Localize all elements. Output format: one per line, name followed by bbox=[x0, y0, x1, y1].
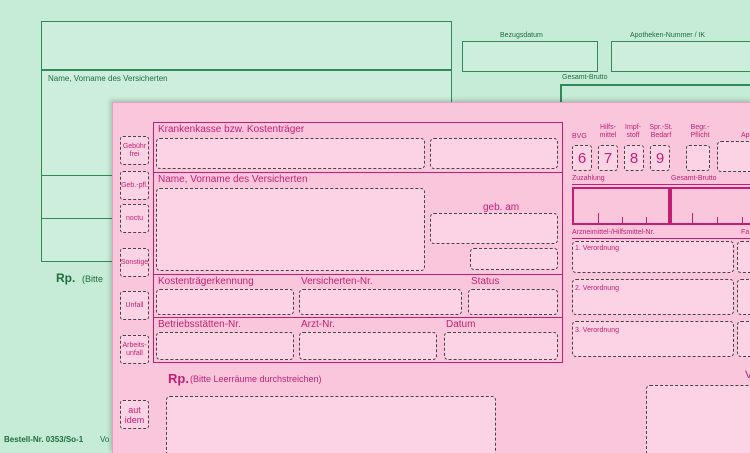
aut-idem-box[interactable]: aut idem bbox=[120, 400, 149, 429]
pink-gesamt-brutto-field[interactable] bbox=[670, 187, 750, 225]
green-gesamt-brutto-label: Gesamt-Brutto bbox=[562, 74, 608, 81]
bestell-nr: Bestell-Nr. 0353/So-1 bbox=[4, 435, 84, 444]
pink-rp-hint: (Bitte Leerräume durchstreichen) bbox=[190, 374, 322, 384]
pink-prescription-form: Gebühr frei Geb.-pfl. noctu Sonstige Unf… bbox=[112, 102, 750, 453]
betriebsstaetten-field[interactable] bbox=[156, 332, 294, 360]
versicherten-label: Versicherten-Nr. bbox=[301, 276, 373, 287]
pink-name-field[interactable] bbox=[156, 188, 425, 271]
verordnung-3-label: 3. Verordnung bbox=[575, 327, 619, 334]
patient-divider bbox=[153, 317, 563, 318]
fa-label: Fa bbox=[741, 229, 750, 236]
datum-field[interactable] bbox=[444, 332, 558, 360]
kostentraeger-label: Kostenträgerkennung bbox=[158, 276, 254, 287]
patient-divider bbox=[153, 274, 563, 275]
zuzahlung-divider bbox=[572, 184, 750, 185]
green-gesamt-brutto-field bbox=[560, 84, 750, 104]
pink-rp-label: Rp. bbox=[168, 371, 189, 386]
arzneimittel-label: Arzneimittel-/Hilfsmittel-Nr. bbox=[572, 229, 655, 236]
field-tick bbox=[598, 213, 599, 223]
rp-field[interactable] bbox=[166, 396, 496, 453]
unfall-box[interactable]: Unfall bbox=[120, 291, 149, 320]
field-tick bbox=[717, 217, 718, 223]
hilfsmittel-label: Hilfs- mittel bbox=[599, 124, 617, 139]
impfstoff-box[interactable]: 8 bbox=[624, 145, 644, 171]
bvg-box[interactable]: 6 bbox=[572, 145, 592, 171]
verordnung-1-extra[interactable] bbox=[737, 241, 750, 273]
verordnung-3-extra[interactable] bbox=[737, 321, 750, 357]
v-label: V bbox=[745, 369, 750, 381]
arbeitsunfall-box[interactable]: Arbeits-unfall bbox=[120, 335, 149, 364]
patient-divider bbox=[153, 172, 563, 173]
field-tick bbox=[646, 217, 647, 223]
green-rp-hint: (Bitte bbox=[82, 274, 104, 284]
krankenkasse-nr-field[interactable] bbox=[430, 138, 558, 169]
noctu-box[interactable]: noctu bbox=[120, 204, 149, 233]
begr-box[interactable] bbox=[686, 145, 710, 171]
green-row-line bbox=[41, 175, 121, 176]
pink-aux-field[interactable] bbox=[470, 248, 558, 270]
status-label: Status bbox=[471, 276, 500, 287]
arzt-nr-label: Arzt-Nr. bbox=[301, 319, 335, 330]
ap-field[interactable] bbox=[717, 141, 750, 172]
zuzahlung-label: Zuzahlung bbox=[572, 175, 605, 182]
pink-gesamt-brutto-label: Gesamt-Brutto bbox=[671, 175, 717, 182]
impfstoff-label: Impf- stoff bbox=[625, 124, 641, 139]
rp-right-field[interactable] bbox=[646, 385, 750, 453]
begr-label: Begr.- Pflicht bbox=[690, 124, 710, 139]
green-name-label: Name, Vorname des Versicherten bbox=[48, 74, 168, 83]
spr-box[interactable]: 9 bbox=[650, 145, 670, 171]
gebuehr-frei-box[interactable]: Gebühr frei bbox=[120, 136, 149, 165]
status-field[interactable] bbox=[468, 289, 558, 315]
green-bezugsdatum-field bbox=[462, 41, 598, 72]
kostentraeger-field[interactable] bbox=[156, 289, 294, 315]
green-row-line bbox=[41, 218, 121, 219]
ap-label: Ap bbox=[741, 132, 750, 139]
pink-name-label: Name, Vorname des Versicherten bbox=[158, 174, 308, 185]
bvg-label: BVG bbox=[572, 133, 587, 140]
green-apotheken-label: Apotheken-Nummer / IK bbox=[630, 32, 706, 39]
hilfsmittel-box[interactable]: 7 bbox=[598, 145, 618, 171]
verordnung-2-extra[interactable] bbox=[737, 279, 750, 315]
verordnung-1-label: 1. Verordnung bbox=[575, 245, 619, 252]
datum-label: Datum bbox=[446, 319, 476, 330]
green-bezugsdatum-label: Bezugsdatum bbox=[500, 32, 543, 39]
green-rp-label: Rp. bbox=[56, 271, 76, 285]
bestell-suffix: Vo bbox=[100, 435, 110, 444]
versicherten-field[interactable] bbox=[299, 289, 462, 315]
sonstige-box[interactable]: Sonstige bbox=[120, 248, 149, 277]
geb-am-label: geb. am bbox=[483, 202, 520, 213]
geb-pfl-box[interactable]: Geb.-pfl. bbox=[120, 171, 149, 200]
geb-am-field[interactable] bbox=[430, 213, 558, 244]
spr-label: Spr.-St. Bedarf bbox=[649, 124, 673, 139]
betriebsstaetten-label: Betriebsstätten-Nr. bbox=[158, 319, 241, 330]
zuzahlung-field[interactable] bbox=[572, 187, 670, 225]
arzneimittel-divider bbox=[572, 238, 750, 239]
krankenkasse-field[interactable] bbox=[156, 138, 425, 169]
arzt-nr-field[interactable] bbox=[299, 332, 437, 360]
green-top-box bbox=[41, 21, 452, 70]
green-apotheken-field bbox=[611, 41, 750, 72]
field-tick bbox=[622, 217, 623, 223]
verordnung-2-label: 2. Verordnung bbox=[575, 285, 619, 292]
field-tick bbox=[692, 213, 693, 223]
field-tick bbox=[742, 217, 743, 223]
krankenkasse-label: Krankenkasse bzw. Kostenträger bbox=[158, 124, 305, 135]
